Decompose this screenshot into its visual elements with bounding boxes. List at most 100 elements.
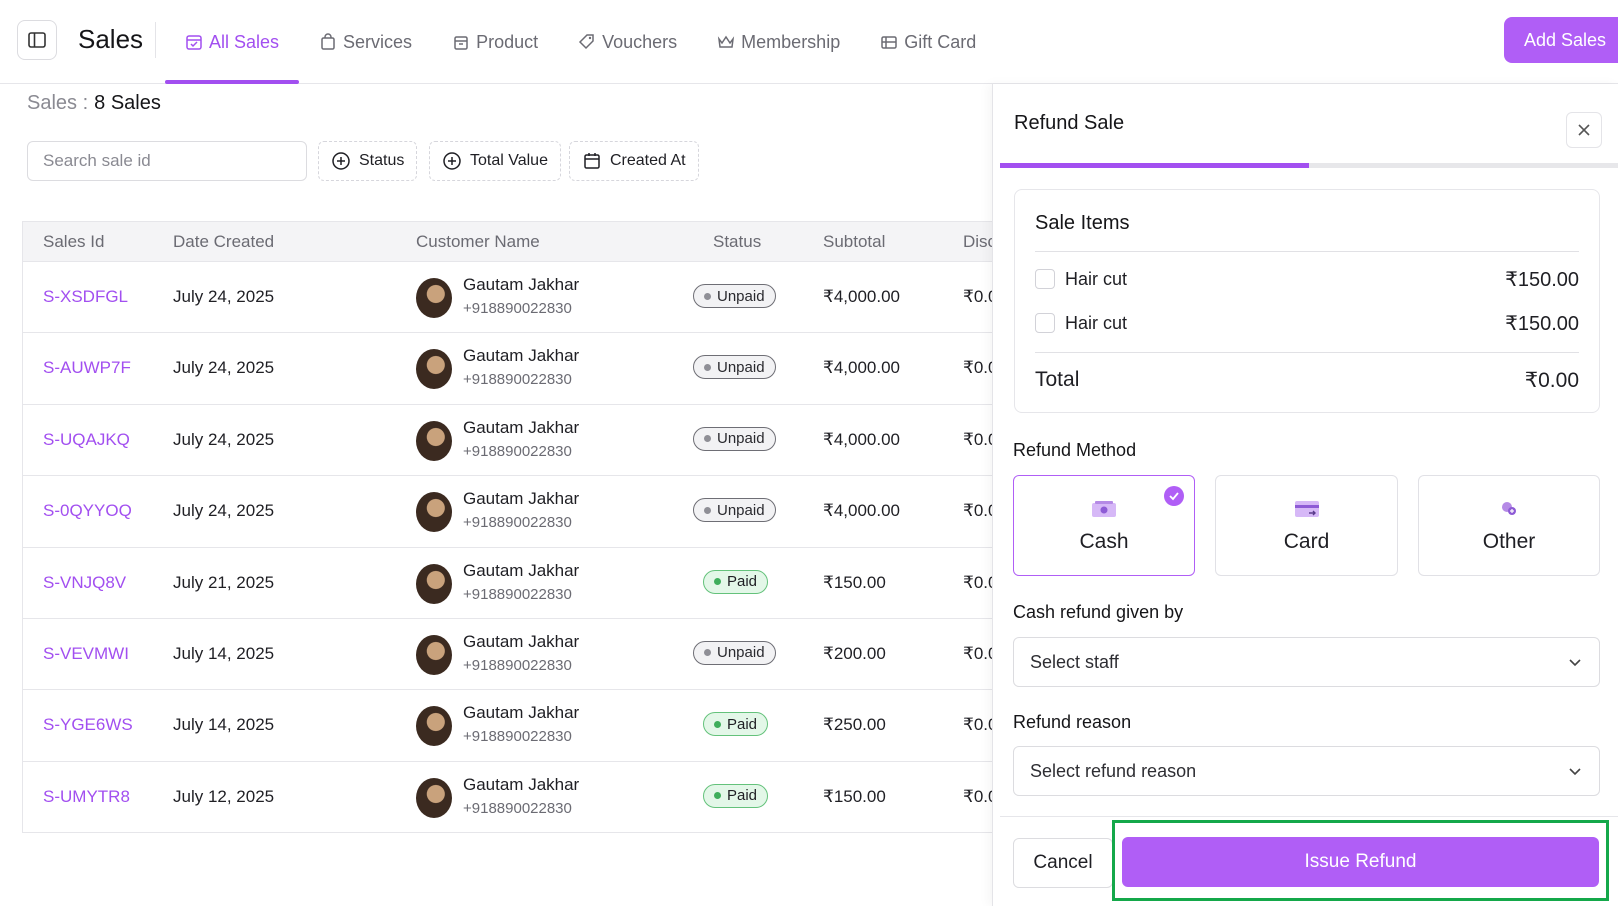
bag-icon	[321, 33, 335, 50]
subtotal: ₹150.00	[823, 572, 886, 592]
column-header[interactable]: Date Created	[173, 232, 274, 252]
discount: ₹0.0	[963, 501, 993, 521]
calendar-check-icon	[186, 35, 202, 50]
cash-icon	[1092, 500, 1116, 517]
cash-refund-given-by-label: Cash refund given by	[1013, 602, 1184, 622]
search-input[interactable]	[27, 141, 307, 181]
avatar	[416, 563, 452, 604]
table-row[interactable]: S-XSDFGL July 24, 2025 Gautam Jakhar +91889…	[22, 262, 993, 334]
chevron-down-icon	[1569, 659, 1581, 667]
refund-method-card[interactable]: Card	[1215, 475, 1398, 576]
date-created: July 24, 2025	[173, 501, 275, 521]
customer-name: Gautam Jakhar	[463, 560, 580, 580]
status-filter-button[interactable]: Status	[318, 141, 418, 181]
sale-id-link[interactable]: S-YGE6WS	[43, 715, 133, 735]
column-header[interactable]: Subtotal	[823, 232, 885, 252]
sale-items-title: Sale Items	[1035, 212, 1130, 234]
customer-phone: +918890022830	[463, 656, 572, 674]
tab-label: Services	[343, 31, 413, 52]
close-button[interactable]	[1566, 112, 1602, 148]
subtotal: ₹4,000.00	[823, 429, 900, 449]
sale-id-link[interactable]: S-UMYTR8	[43, 787, 130, 807]
table-row[interactable]: S-YGE6WS July 14, 2025 Gautam Jakhar +91889…	[22, 690, 993, 762]
column-header[interactable]: Customer Name	[416, 232, 540, 252]
tab-all-sales[interactable]: All Sales	[165, 0, 300, 84]
table-row[interactable]: S-AUWP7F July 24, 2025 Gautam Jakhar +91889…	[22, 333, 993, 405]
total-value: ₹0.00	[1524, 369, 1579, 392]
filter-label: Total Value	[470, 152, 548, 169]
select-staff-dropdown[interactable]: Select staff	[1013, 637, 1600, 687]
item-price: ₹150.00	[1505, 312, 1579, 335]
cancel-button[interactable]: Cancel	[1013, 838, 1113, 888]
date-created: July 24, 2025	[173, 358, 275, 378]
sale-id-link[interactable]: S-XSDFGL	[43, 287, 128, 307]
table-row[interactable]: S-VNJQ8V July 21, 2025 Gautam Jakhar +91889…	[22, 547, 993, 619]
created-at-filter-button[interactable]: Created At	[569, 141, 699, 181]
sale-id-link[interactable]: S-VEVMWI	[43, 644, 129, 664]
method-label: Cash	[1079, 529, 1129, 553]
subtotal: ₹150.00	[823, 786, 886, 806]
item-checkbox[interactable]	[1035, 313, 1055, 333]
refund-method-other[interactable]: Other	[1418, 475, 1600, 576]
tab-label: Vouchers	[602, 31, 678, 52]
tab-label: Membership	[741, 31, 841, 52]
refund-reason-label: Refund reason	[1013, 712, 1132, 732]
table-row[interactable]: S-UMYTR8 July 12, 2025 Gautam Jakhar +91889…	[22, 761, 993, 834]
top-bar: Sales All Sales Services Product Voucher…	[0, 0, 1618, 84]
item-name: Hair cut	[1065, 268, 1128, 289]
table-row[interactable]: S-0QYYOQ July 24, 2025 Gautam Jakhar +91889…	[22, 476, 993, 548]
customer-name: Gautam Jakhar	[463, 346, 580, 366]
select-staff-placeholder: Select staff	[1030, 651, 1119, 672]
issue-refund-button[interactable]: Issue Refund	[1122, 837, 1599, 887]
tab-product[interactable]: Product	[432, 0, 558, 84]
sales-count-label: Sales :	[27, 92, 89, 114]
avatar	[416, 634, 452, 675]
customer-name: Gautam Jakhar	[463, 774, 580, 794]
select-refund-reason-dropdown[interactable]: Select refund reason	[1013, 746, 1600, 796]
refund-method-cash[interactable]: Cash	[1013, 475, 1195, 576]
gift-card-icon	[881, 36, 897, 49]
sale-item-row: Hair cut ₹150.00	[1035, 311, 1579, 335]
sale-id-link[interactable]: S-AUWP7F	[43, 358, 131, 378]
customer-phone: +918890022830	[463, 371, 572, 389]
discount: ₹0.0	[963, 715, 993, 735]
sale-items-card: Sale Items Hair cut ₹150.00 Hair cut ₹15…	[1014, 189, 1600, 413]
sales-summary: Sales :8 Sales	[27, 92, 161, 115]
table-row[interactable]: S-UQAJKQ July 24, 2025 Gautam Jakhar +91889…	[22, 404, 993, 477]
progress-fill	[1000, 163, 1309, 168]
date-created: July 24, 2025	[173, 287, 275, 306]
tab-vouchers[interactable]: Vouchers	[558, 0, 697, 84]
tab-membership[interactable]: Membership	[697, 0, 860, 84]
item-name: Hair cut	[1065, 312, 1128, 333]
tab-gift-card[interactable]: Gift Card	[860, 0, 996, 84]
refund-method-label: Refund Method	[1013, 440, 1137, 460]
customer-phone: +918890022830	[463, 585, 572, 603]
sale-id-link[interactable]: S-VNJQ8V	[43, 573, 126, 593]
discount: ₹0.0	[963, 786, 993, 806]
total-value-filter-button[interactable]: Total Value	[429, 141, 561, 181]
tab-label: Gift Card	[904, 31, 977, 52]
filter-label: Status	[359, 152, 405, 169]
column-header[interactable]: Sales Id	[43, 232, 104, 252]
table-row[interactable]: S-VEVMWI July 14, 2025 Gautam Jakhar +91889…	[22, 618, 993, 691]
sales-tabs: All Sales Services Product Vouchers Memb…	[165, 0, 996, 84]
status-badge: Unpaid	[693, 284, 776, 308]
discount: ₹0.0	[963, 572, 993, 592]
column-header[interactable]: Status	[713, 232, 761, 252]
sidebar-toggle-button[interactable]	[17, 20, 57, 60]
item-checkbox[interactable]	[1035, 269, 1055, 289]
sale-id-link[interactable]: S-0QYYOQ	[43, 501, 132, 521]
status-badge: Unpaid	[693, 426, 776, 451]
subtotal: ₹4,000.00	[823, 501, 900, 521]
chevron-down-icon	[1569, 768, 1581, 776]
date-created: July 21, 2025	[173, 572, 275, 592]
sale-id-link[interactable]: S-UQAJKQ	[43, 430, 130, 450]
add-sales-button[interactable]: Add Sales	[1504, 17, 1618, 63]
other-payment-icon	[1502, 501, 1516, 515]
tab-services[interactable]: Services	[299, 0, 432, 84]
item-price: ₹150.00	[1505, 268, 1579, 291]
title-divider	[155, 22, 156, 58]
customer-name: Gautam Jakhar	[463, 417, 580, 437]
avatar	[416, 349, 452, 390]
tab-label: Product	[476, 31, 539, 52]
